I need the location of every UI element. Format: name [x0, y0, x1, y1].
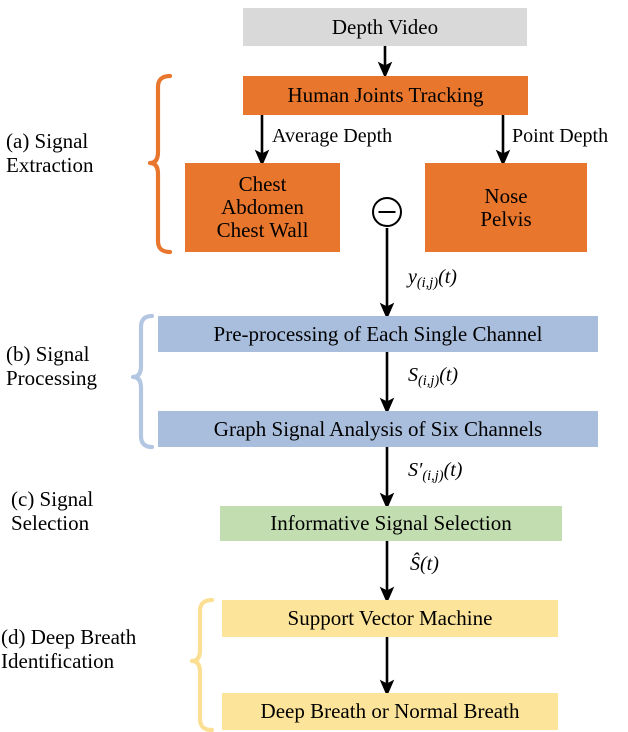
math-argument: (t) [438, 266, 457, 288]
math-subscript: (i,j) [422, 468, 444, 485]
brace-signal-extraction [147, 73, 173, 255]
math-argument: (t) [439, 364, 459, 386]
node-chest-abdomen-chest-wall[interactable]: Chest Abdomen Chest Wall [185, 163, 340, 252]
math-label-s-prime-signal: S′(i,j)(t) [408, 459, 462, 485]
math-base: Ŝ [410, 553, 420, 575]
edge-label-point-depth: Point Depth [512, 125, 609, 147]
stage-label-signal-extraction: (a) Signal Extraction [6, 129, 94, 177]
minus-operator-circle [372, 197, 402, 227]
math-base: S [408, 364, 418, 386]
math-base: y [408, 266, 417, 288]
node-human-joints-tracking[interactable]: Human Joints Tracking [243, 76, 528, 115]
node-support-vector-machine[interactable]: Support Vector Machine [222, 600, 558, 637]
stage-label-signal-selection: (c) Signal Selection [11, 487, 94, 535]
node-depth-video[interactable]: Depth Video [243, 8, 527, 46]
math-subscript: (i,j) [416, 275, 439, 292]
node-informative-signal-selection[interactable]: Informative Signal Selection [220, 506, 562, 541]
node-deep-or-normal-breath[interactable]: Deep Breath or Normal Breath [222, 693, 558, 730]
node-preprocessing[interactable]: Pre-processing of Each Single Channel [158, 316, 598, 352]
flowchart-figure: Depth Video Human Joints Tracking Chest … [0, 0, 628, 732]
math-argument: (t) [420, 553, 439, 575]
math-base: S [408, 459, 418, 481]
math-subscript: (i,j) [418, 373, 440, 390]
math-argument: (t) [443, 459, 463, 481]
node-nose-pelvis[interactable]: Nose Pelvis [425, 163, 587, 252]
stage-label-signal-processing: (b) Signal Processing [6, 342, 97, 390]
edge-label-average-depth: Average Depth [272, 125, 393, 147]
stage-label-deep-breath-identification: (d) Deep Breath Identification [1, 625, 137, 673]
node-graph-signal-analysis[interactable]: Graph Signal Analysis of Six Channels [158, 411, 598, 447]
math-label-y-signal: y(i,j)(t) [408, 266, 457, 292]
math-label-s-hat: Ŝ(t) [410, 553, 439, 576]
math-label-s-signal: S(i,j)(t) [408, 364, 458, 390]
